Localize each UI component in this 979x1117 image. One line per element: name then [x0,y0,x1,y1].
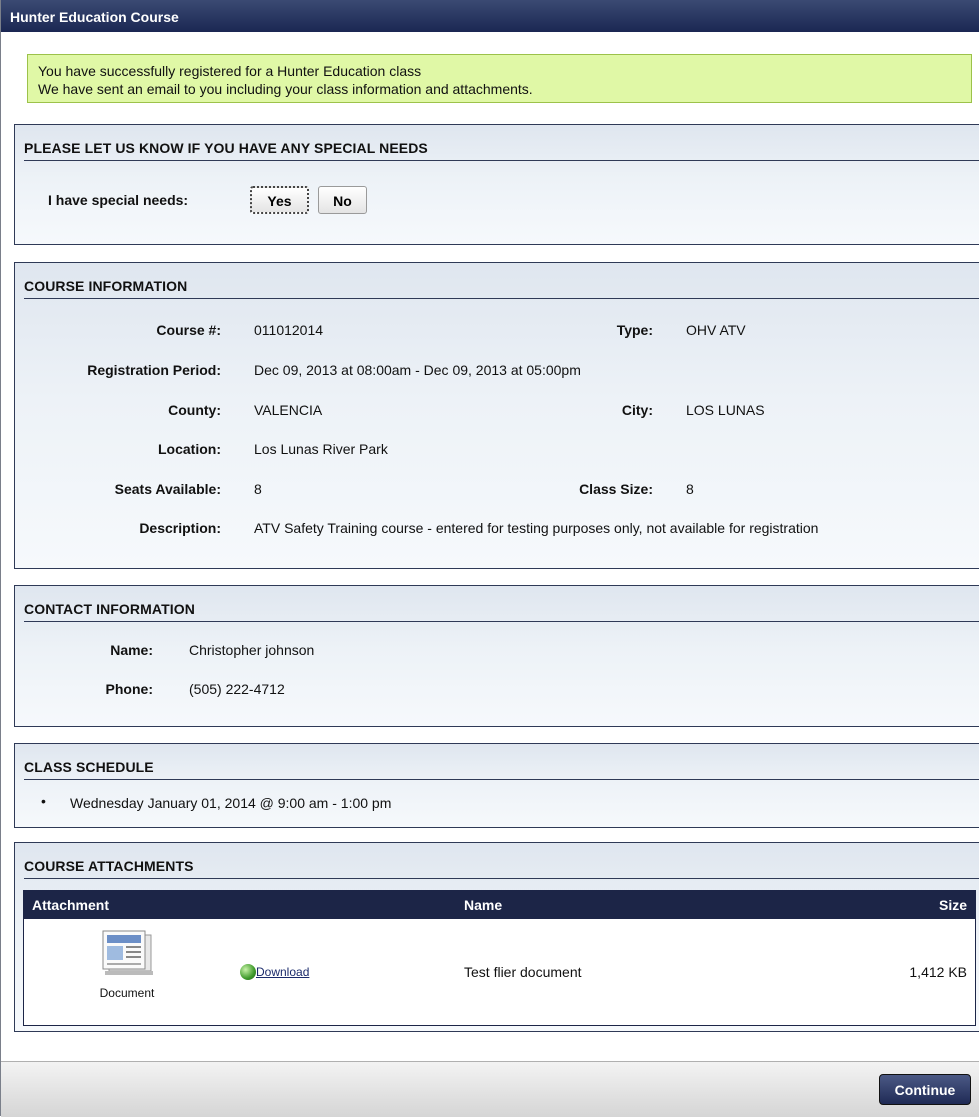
attachment-name-cell: Test flier document [464,963,582,980]
registration-period-label: Registration Period: [87,362,221,378]
course-number-value: 011012014 [254,322,324,338]
no-button[interactable]: No [318,186,367,214]
attachments-table: Attachment Name Size Document Download T… [23,890,976,1026]
course-number-label: Course #: [156,322,221,338]
course-attachments-title: COURSE ATTACHMENTS [24,858,979,879]
table-row: Document Download Test flier document 1,… [24,919,976,1025]
column-header-size: Size [795,890,976,919]
footer-bar: Continue [1,1061,979,1117]
county-value: VALENCIA [254,402,323,418]
seats-available-value: 8 [254,481,262,497]
document-icon[interactable] [97,929,157,982]
city-value: LOS LUNAS [686,402,765,418]
column-header-spacer [230,890,456,919]
type-value: OHV ATV [686,322,746,338]
success-line-1: You have successfully registered for a H… [38,63,422,79]
attachment-cell: Document [24,919,231,1025]
schedule-item: Wednesday January 01, 2014 @ 9:00 am - 1… [70,795,392,811]
attachments-header-row: Attachment Name Size [23,890,976,919]
special-needs-panel: PLEASE LET US KNOW IF YOU HAVE ANY SPECI… [14,124,979,245]
success-line-2: We have sent an email to you including y… [38,81,533,97]
continue-button[interactable]: Continue [879,1074,971,1105]
window-title: Hunter Education Course [1,0,979,32]
success-message: You have successfully registered for a H… [27,54,972,103]
description-value: ATV Safety Training course - entered for… [254,520,819,536]
contact-name-value: Christopher johnson [189,642,315,658]
document-caption: Document [99,986,155,1000]
class-schedule-title: CLASS SCHEDULE [24,759,979,780]
seats-available-label: Seats Available: [114,481,221,497]
contact-phone-value: (505) 222-4712 [189,681,285,697]
contact-name-label: Name: [110,642,153,658]
county-label: County: [168,402,221,418]
course-info-title: COURSE INFORMATION [24,278,979,299]
course-window: Hunter Education Course You have success… [0,0,979,1117]
special-needs-title: PLEASE LET US KNOW IF YOU HAVE ANY SPECI… [24,140,979,161]
download-globe-icon[interactable] [240,964,256,981]
registration-period-value: Dec 09, 2013 at 08:00am - Dec 09, 2013 a… [254,362,581,378]
type-label: Type: [616,322,653,338]
contact-info-panel: CONTACT INFORMATION Name: Christopher jo… [14,585,979,727]
yes-button[interactable]: Yes [250,186,309,214]
class-size-value: 8 [686,481,694,497]
city-label: City: [621,402,653,418]
course-attachments-panel: COURSE ATTACHMENTS Attachment Name Size [14,842,979,1032]
download-cell: Download [230,919,456,1025]
contact-phone-label: Phone: [105,681,153,697]
class-size-label: Class Size: [579,481,653,497]
attachment-size-cell: 1,412 KB [909,963,967,980]
column-header-name: Name [456,890,796,919]
contact-info-title: CONTACT INFORMATION [24,601,979,622]
location-label: Location: [158,441,221,457]
class-schedule-panel: CLASS SCHEDULE • Wednesday January 01, 2… [14,743,979,828]
location-value: Los Lunas River Park [254,441,388,457]
column-header-attachment: Attachment [23,890,230,919]
course-info-panel: COURSE INFORMATION Course #: 011012014 T… [14,262,979,569]
special-needs-label: I have special needs: [48,192,189,208]
description-label: Description: [139,520,221,536]
schedule-bullet: • [41,793,46,809]
download-link[interactable]: Download [256,965,309,979]
